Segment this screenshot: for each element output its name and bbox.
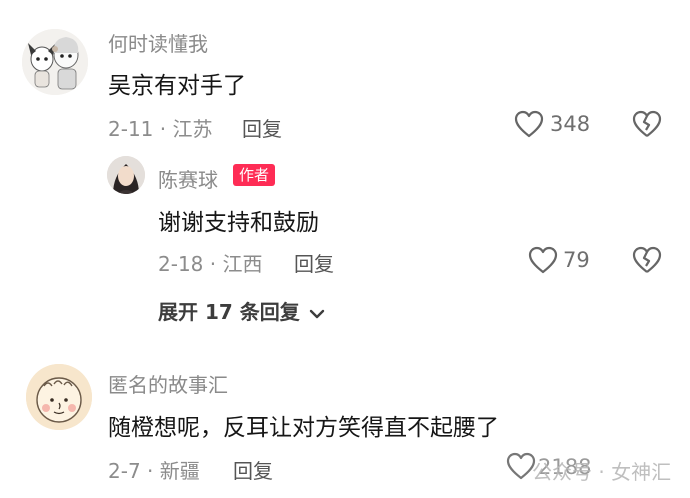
comment-text: 吴京有对手了 <box>108 73 246 99</box>
comment-date-location: 2-7 · 新疆 <box>108 459 200 483</box>
avatar[interactable] <box>107 156 145 194</box>
author-badge: 作者 <box>233 164 276 186</box>
comment-username[interactable]: 何时读懂我 <box>108 28 208 57</box>
chevron-down-icon <box>309 309 324 318</box>
expand-replies-label: 展开 17 条回复 <box>158 300 300 324</box>
broken-heart-icon[interactable] <box>632 246 662 278</box>
reply-button[interactable]: 回复 <box>294 248 334 277</box>
avatar[interactable] <box>22 29 88 95</box>
broken-heart-icon[interactable] <box>632 110 662 142</box>
expand-replies-button[interactable]: 展开 17 条回复 <box>158 296 325 325</box>
heart-outline-icon[interactable] <box>514 110 544 142</box>
reply-date-location: 2-18 · 江西 <box>158 252 263 276</box>
heart-outline-icon[interactable] <box>528 246 558 278</box>
comment-section: 何时读懂我 吴京有对手了 2-11 · 江苏 回复 348 陈赛球 作者 谢谢支… <box>0 0 690 498</box>
comment-username[interactable]: 匿名的故事汇 <box>108 369 228 398</box>
comment-date-location: 2-11 · 江苏 <box>108 117 213 141</box>
woman-portrait-icon <box>107 156 145 194</box>
reply-username[interactable]: 陈赛球 <box>158 164 218 193</box>
comment-text: 随橙想呢，反耳让对方笑得直不起腰了 <box>108 415 499 441</box>
like-count: 79 <box>563 248 590 272</box>
reply-text: 谢谢支持和鼓励 <box>158 210 319 236</box>
reply-button[interactable]: 回复 <box>233 455 273 484</box>
watermark: 公众号 · 女神汇 <box>532 460 672 484</box>
avatar[interactable] <box>26 364 92 430</box>
anime-characters-avatar-icon <box>22 29 88 95</box>
reply-button[interactable]: 回复 <box>242 113 282 142</box>
like-count: 348 <box>550 112 591 136</box>
cartoon-face-avatar-icon <box>26 364 92 430</box>
